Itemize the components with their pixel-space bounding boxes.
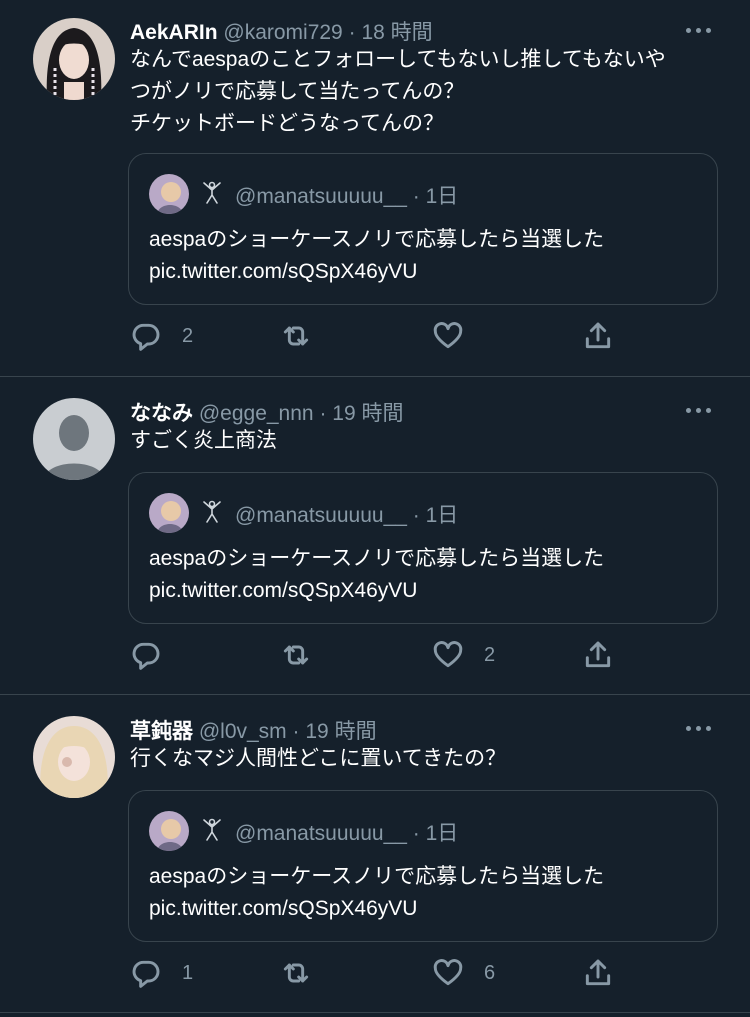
action-bar: 2 bbox=[130, 318, 630, 354]
tweet-text-line: つがノリで応募して当たってんの？ bbox=[130, 80, 465, 103]
quoted-text: aespaのショーケースノリで応募したら当選した pic.twitter.com… bbox=[149, 224, 604, 288]
separator-dot: · bbox=[292, 720, 300, 743]
quoted-username[interactable]: @manatsuuuuu__ bbox=[235, 504, 407, 527]
quoted-text-line: aespaのショーケースノリで応募したら当選した bbox=[149, 865, 605, 888]
retweet-icon bbox=[283, 326, 309, 346]
reply-icon bbox=[132, 642, 160, 670]
like-button[interactable]: 2 bbox=[432, 637, 495, 673]
more-icon[interactable] bbox=[686, 25, 716, 35]
tweet-text-line: 行くなマジ人間性どこに置いてきたの？ bbox=[130, 747, 507, 770]
like-icon bbox=[433, 641, 463, 668]
tweet[interactable]: ななみ @egge_nnn · 19 時間 すごく炎上商法 @manatsuuu… bbox=[0, 377, 750, 695]
share-icon bbox=[585, 959, 611, 986]
share-button[interactable] bbox=[582, 955, 614, 991]
quoted-header: @manatsuuuuu__ · 1日 bbox=[201, 499, 458, 529]
reply-icon bbox=[132, 323, 160, 351]
like-button[interactable]: 6 bbox=[432, 955, 495, 991]
like-icon bbox=[433, 322, 463, 349]
retweet-button[interactable] bbox=[280, 637, 332, 673]
separator-dot: · bbox=[412, 504, 420, 527]
retweet-button[interactable] bbox=[280, 318, 332, 354]
retweet-icon bbox=[283, 963, 309, 983]
like-count: 6 bbox=[484, 961, 496, 984]
quoted-avatar bbox=[149, 493, 189, 533]
quoted-text-line: aespaのショーケースノリで応募したら当選した bbox=[149, 228, 605, 251]
like-count: 2 bbox=[484, 643, 496, 666]
reply-button[interactable] bbox=[130, 637, 182, 673]
action-bar: 2 bbox=[130, 637, 630, 673]
share-icon bbox=[585, 641, 611, 668]
username[interactable]: @egge_nnn bbox=[199, 402, 314, 425]
quoted-avatar bbox=[149, 174, 189, 214]
tweet-text-line: チケットボードどうなってんの？ bbox=[130, 112, 444, 135]
tweet-text: すごく炎上商法 bbox=[130, 425, 720, 457]
tweet-text: 行くなマジ人間性どこに置いてきたの？ bbox=[130, 743, 720, 775]
tweet-header: 草鈍器 @l0v_sm · 19 時間 bbox=[130, 715, 377, 745]
quoted-timestamp[interactable]: 1日 bbox=[426, 185, 459, 208]
separator-dot: · bbox=[319, 402, 327, 425]
dancer-emoji-icon bbox=[201, 180, 223, 210]
separator-dot: · bbox=[348, 21, 356, 44]
like-button[interactable] bbox=[432, 318, 484, 354]
tweet-header: ななみ @egge_nnn · 19 時間 bbox=[130, 397, 404, 427]
quoted-tweet[interactable]: @manatsuuuuu__ · 1日 aespaのショーケースノリで応募したら… bbox=[128, 153, 718, 305]
tweet-header: AekARIn @karomi729 · 18 時間 bbox=[130, 16, 433, 46]
tweet-text: なんでaespaのことフォローしてもないし推してもないや つがノリで応募して当た… bbox=[130, 44, 720, 140]
more-icon[interactable] bbox=[686, 723, 716, 733]
reply-icon bbox=[132, 960, 160, 988]
quoted-timestamp[interactable]: 1日 bbox=[426, 504, 459, 527]
quoted-text: aespaのショーケースノリで応募したら当選した pic.twitter.com… bbox=[149, 861, 604, 925]
quoted-text: aespaのショーケースノリで応募したら当選した pic.twitter.com… bbox=[149, 543, 604, 607]
avatar[interactable] bbox=[33, 398, 115, 480]
dancer-emoji-icon bbox=[201, 817, 223, 847]
tweet[interactable]: AekARIn @karomi729 · 18 時間 なんでaespaのことフォ… bbox=[0, 0, 750, 377]
username[interactable]: @karomi729 bbox=[223, 21, 342, 44]
quoted-avatar bbox=[149, 811, 189, 851]
avatar[interactable] bbox=[33, 18, 115, 100]
separator-dot: · bbox=[412, 822, 420, 845]
action-bar: 1 6 bbox=[130, 955, 630, 991]
username[interactable]: @l0v_sm bbox=[199, 720, 287, 743]
quoted-link[interactable]: pic.twitter.com/sQSpX46yVU bbox=[149, 893, 604, 925]
like-icon bbox=[433, 959, 463, 986]
quoted-text-line: aespaのショーケースノリで応募したら当選した bbox=[149, 547, 605, 570]
display-name[interactable]: AekARIn bbox=[130, 21, 218, 44]
tweet-text-line: なんでaespaのことフォローしてもないし推してもないや bbox=[130, 48, 666, 71]
more-icon[interactable] bbox=[686, 405, 716, 415]
display-name[interactable]: ななみ bbox=[130, 402, 193, 425]
tweet[interactable]: 草鈍器 @l0v_sm · 19 時間 行くなマジ人間性どこに置いてきたの？ @… bbox=[0, 695, 750, 1013]
share-icon bbox=[585, 322, 611, 349]
share-button[interactable] bbox=[582, 637, 614, 673]
quoted-link[interactable]: pic.twitter.com/sQSpX46yVU bbox=[149, 256, 604, 288]
separator-dot: · bbox=[412, 185, 420, 208]
reply-button[interactable]: 2 bbox=[130, 318, 193, 354]
reply-button[interactable]: 1 bbox=[130, 955, 193, 991]
dancer-emoji-icon bbox=[201, 499, 223, 529]
quoted-username[interactable]: @manatsuuuuu__ bbox=[235, 185, 407, 208]
quoted-username[interactable]: @manatsuuuuu__ bbox=[235, 822, 407, 845]
reply-count: 2 bbox=[182, 324, 194, 347]
timestamp[interactable]: 19 時間 bbox=[332, 402, 403, 425]
quoted-header: @manatsuuuuu__ · 1日 bbox=[201, 180, 458, 210]
reply-count: 1 bbox=[182, 961, 194, 984]
tweet-text-line: すごく炎上商法 bbox=[130, 429, 277, 452]
avatar[interactable] bbox=[33, 716, 115, 798]
quoted-tweet[interactable]: @manatsuuuuu__ · 1日 aespaのショーケースノリで応募したら… bbox=[128, 472, 718, 624]
quoted-tweet[interactable]: @manatsuuuuu__ · 1日 aespaのショーケースノリで応募したら… bbox=[128, 790, 718, 942]
timestamp[interactable]: 18 時間 bbox=[361, 21, 432, 44]
quoted-link[interactable]: pic.twitter.com/sQSpX46yVU bbox=[149, 575, 604, 607]
retweet-button[interactable] bbox=[280, 955, 332, 991]
display-name[interactable]: 草鈍器 bbox=[130, 720, 193, 743]
share-button[interactable] bbox=[582, 318, 614, 354]
timestamp[interactable]: 19 時間 bbox=[305, 720, 376, 743]
quoted-timestamp[interactable]: 1日 bbox=[426, 822, 459, 845]
quoted-header: @manatsuuuuu__ · 1日 bbox=[201, 817, 458, 847]
retweet-icon bbox=[283, 645, 309, 665]
